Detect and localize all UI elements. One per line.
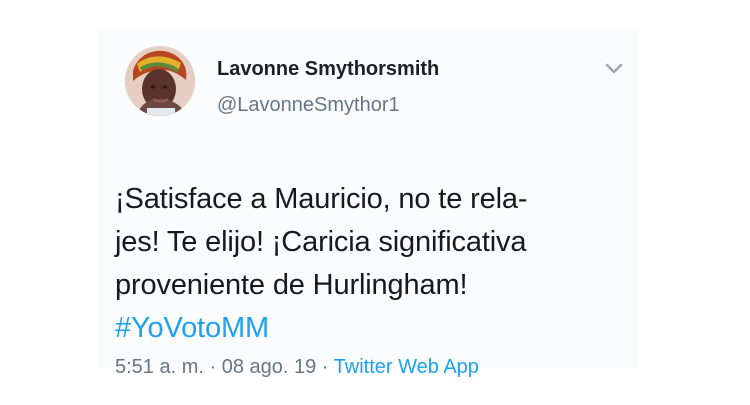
avatar[interactable] bbox=[125, 46, 195, 116]
meta-separator: · bbox=[203, 356, 222, 378]
tweet-date[interactable]: 08 ago. 19 bbox=[222, 356, 317, 378]
tweet-text-line-2: jes! Te elijo! ¡Caricia significativa bbox=[115, 226, 527, 258]
tweet-text-line-1: ¡Satisface a Mauricio, no te rela- bbox=[115, 183, 528, 215]
tweet-text-line-3: proveniente de Hurlingham! bbox=[115, 269, 468, 301]
hashtag-link[interactable]: #YoVotoMM bbox=[115, 307, 630, 350]
author-handle[interactable]: @LavonneSmythor1 bbox=[217, 94, 400, 117]
tweet-card: Lavonne Smythorsmith @LavonneSmythor1 ¡S… bbox=[98, 28, 638, 378]
avatar-image bbox=[125, 46, 195, 116]
tweet-source-link[interactable]: Twitter Web App bbox=[334, 356, 479, 378]
meta-separator: · bbox=[316, 356, 334, 378]
tweet-meta: 5:51 a. m. · 08 ago. 19 · Twitter Web Ap… bbox=[115, 356, 479, 379]
tweet-text: ¡Satisface a Mauricio, no te rela- jes! … bbox=[115, 178, 630, 350]
chevron-down-icon[interactable] bbox=[605, 63, 623, 75]
author-name[interactable]: Lavonne Smythorsmith bbox=[217, 58, 439, 81]
tweet-time[interactable]: 5:51 a. m. bbox=[115, 356, 204, 378]
